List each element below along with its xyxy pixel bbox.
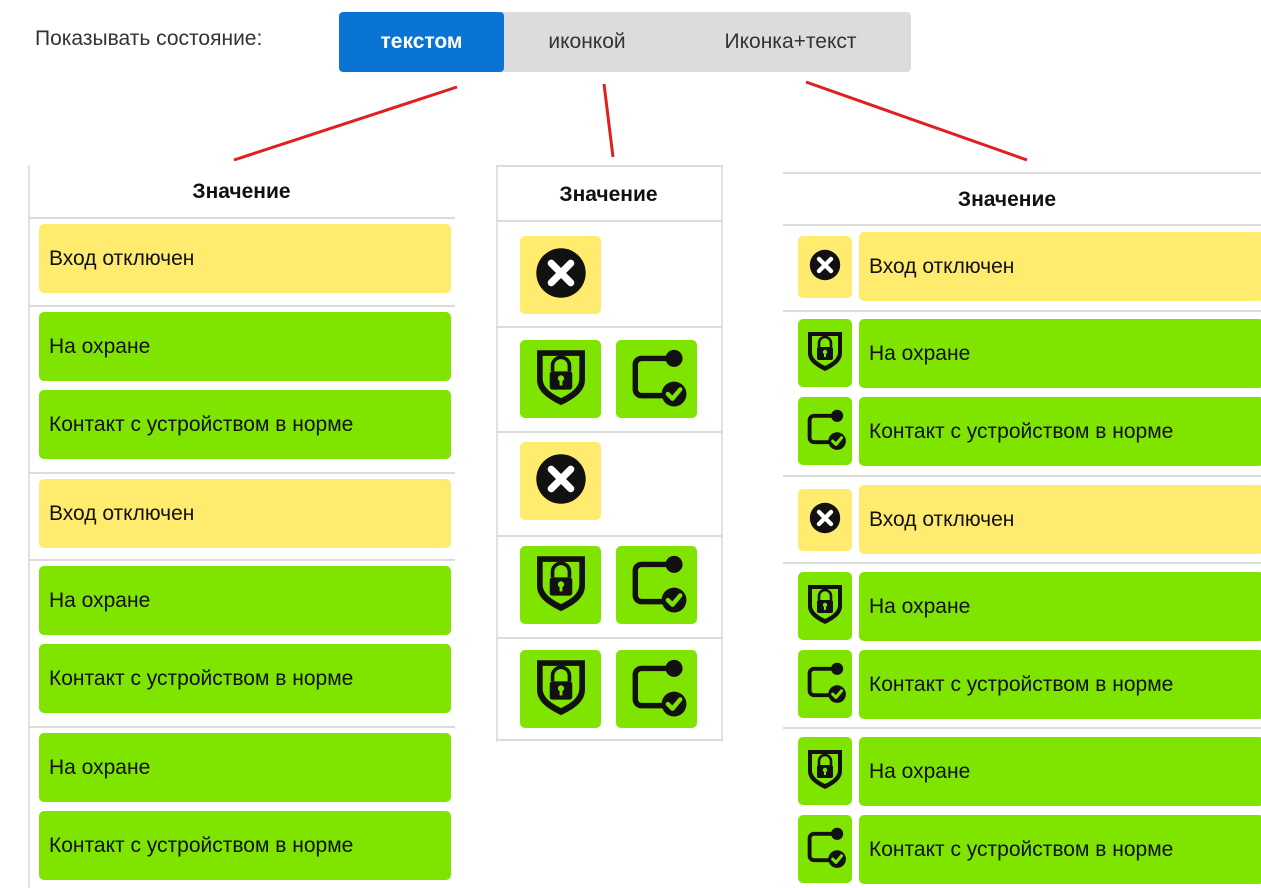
shield-lock-icon xyxy=(803,747,847,796)
table-border-left xyxy=(496,165,498,742)
state-cell: Контакт с устройством в норме xyxy=(859,397,1261,466)
state-cell: Контакт с устройством в норме xyxy=(859,815,1261,884)
x-circle-icon xyxy=(535,453,587,510)
column-header-value: Значение xyxy=(192,180,291,203)
row-divider xyxy=(496,431,723,433)
shield-lock-badge xyxy=(520,340,601,418)
header-divider xyxy=(28,217,455,219)
device-contact-ok-badge xyxy=(616,546,697,624)
x-circle-icon xyxy=(809,249,841,286)
state-cell: На охране xyxy=(859,737,1261,806)
state-cell: На охране xyxy=(39,312,451,381)
device-contact-ok-icon xyxy=(803,825,847,874)
device-contact-ok-badge xyxy=(616,340,697,418)
row-divider xyxy=(783,562,1261,564)
shield-lock-badge xyxy=(520,650,601,728)
x-circle-icon xyxy=(535,247,587,304)
shield-lock-icon xyxy=(803,582,847,631)
shield-lock-icon xyxy=(530,552,592,619)
state-cell: Контакт с устройством в норме xyxy=(39,644,451,713)
x-circle-badge xyxy=(798,489,852,551)
table-top-border xyxy=(783,172,1261,174)
device-contact-ok-badge xyxy=(798,397,852,465)
row-divider xyxy=(496,739,723,741)
shield-lock-badge xyxy=(798,737,852,805)
table-border-right xyxy=(721,165,723,742)
header-divider xyxy=(783,224,1261,226)
shield-lock-badge xyxy=(520,546,601,624)
row-divider xyxy=(496,535,723,537)
pointer-line-icon xyxy=(602,83,615,158)
table-top-border xyxy=(496,165,723,167)
mode-text-button[interactable]: текстом xyxy=(339,12,504,72)
device-contact-ok-badge xyxy=(798,815,852,883)
display-mode-toggle: текстом иконкой Иконка+текст xyxy=(339,12,911,72)
row-divider xyxy=(783,727,1261,729)
device-contact-ok-badge xyxy=(616,650,697,728)
x-circle-badge xyxy=(520,236,601,314)
row-divider xyxy=(496,637,723,639)
x-circle-badge xyxy=(520,442,601,520)
row-divider xyxy=(783,475,1261,477)
row-divider xyxy=(28,726,455,728)
pointer-line-icon-text xyxy=(805,80,1028,162)
device-contact-ok-icon xyxy=(626,552,688,619)
state-cell: Вход отключен xyxy=(39,224,451,293)
device-contact-ok-icon xyxy=(626,656,688,723)
state-cell: Вход отключен xyxy=(859,232,1261,301)
device-contact-ok-badge xyxy=(798,650,852,718)
shield-lock-icon xyxy=(803,329,847,378)
device-contact-ok-icon xyxy=(803,660,847,709)
shield-lock-icon xyxy=(530,346,592,413)
row-divider xyxy=(28,559,455,561)
shield-lock-badge xyxy=(798,572,852,640)
state-cell: Вход отключен xyxy=(39,479,451,548)
x-circle-icon xyxy=(809,502,841,539)
state-cell: Контакт с устройством в норме xyxy=(39,811,451,880)
x-circle-badge xyxy=(798,236,852,298)
pointer-line-text xyxy=(233,85,458,162)
state-cell: На охране xyxy=(859,319,1261,388)
state-cell: Вход отключен xyxy=(859,485,1261,554)
row-divider xyxy=(496,326,723,328)
column-header-value: Значение xyxy=(559,183,658,206)
state-cell: На охране xyxy=(39,566,451,635)
shield-lock-icon xyxy=(530,656,592,723)
column-header-value: Значение xyxy=(957,188,1057,211)
show-state-label: Показывать состояние: xyxy=(35,27,263,50)
mode-icon-button[interactable]: иконкой xyxy=(504,12,670,72)
table-border-left xyxy=(28,165,30,888)
state-cell: На охране xyxy=(39,733,451,802)
device-contact-ok-icon xyxy=(626,346,688,413)
state-cell: На охране xyxy=(859,572,1261,641)
row-divider xyxy=(783,310,1261,312)
row-divider xyxy=(28,305,455,307)
state-cell: Контакт с устройством в норме xyxy=(39,390,451,459)
state-cell: Контакт с устройством в норме xyxy=(859,650,1261,719)
row-divider xyxy=(496,220,723,222)
device-contact-ok-icon xyxy=(803,407,847,456)
row-divider xyxy=(28,472,455,474)
shield-lock-badge xyxy=(798,319,852,387)
mode-icon-text-button[interactable]: Иконка+текст xyxy=(670,12,911,72)
